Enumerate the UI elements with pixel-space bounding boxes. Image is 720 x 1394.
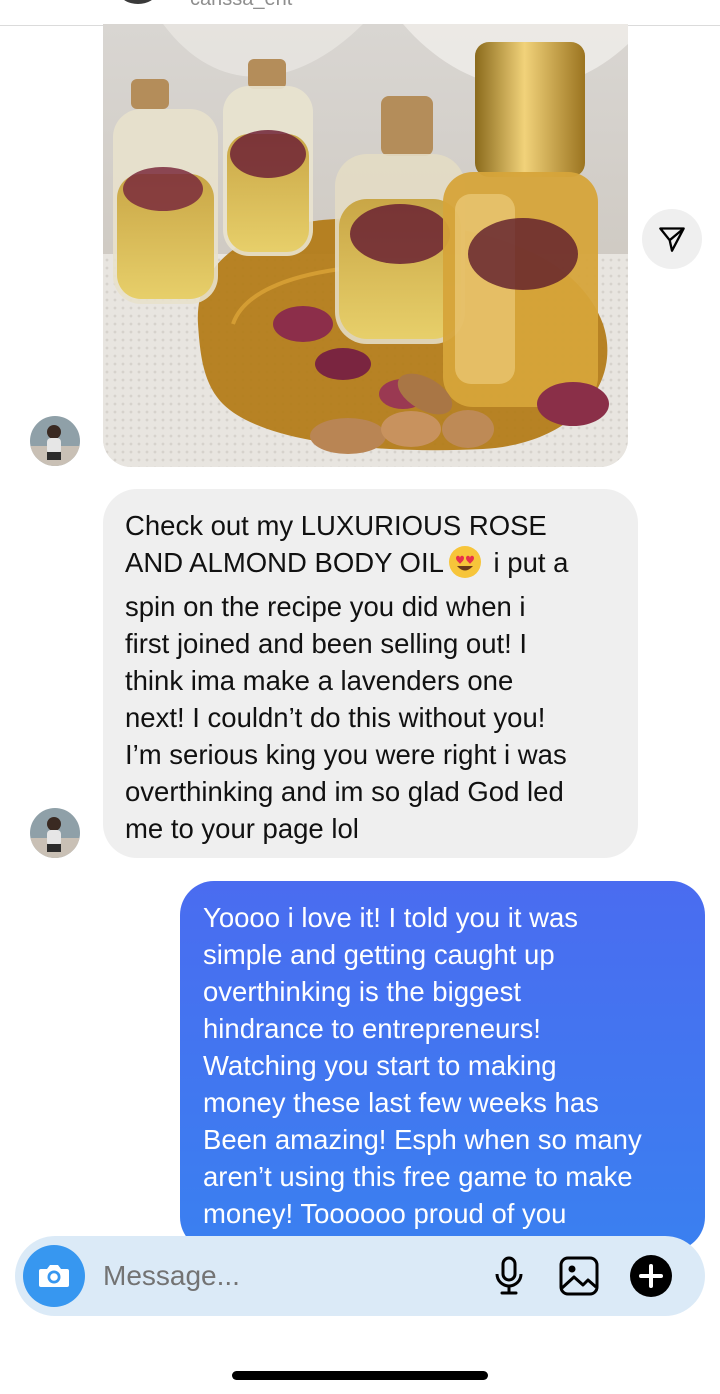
gallery-icon [559,1256,599,1296]
gallery-button[interactable] [557,1254,601,1298]
share-photo-button[interactable] [642,209,702,269]
incoming-line: think ima make a lavenders one [125,665,514,696]
incoming-line: I’m serious king you were right i was [125,739,567,770]
outgoing-line: simple and getting caught up [203,939,555,970]
incoming-line: me to your page lol [125,813,359,844]
message-input[interactable] [103,1256,463,1296]
header-username[interactable]: carissa_ent [190,0,292,11]
outgoing-line: Yoooo i love it! I told you it was [203,902,579,933]
outgoing-line: hindrance to entrepreneurs! [203,1013,541,1044]
microphone-button[interactable] [487,1254,531,1298]
incoming-message-bubble[interactable]: Check out my LUXURIOUS ROSE AND ALMOND B… [103,489,638,858]
camera-button[interactable] [23,1245,85,1307]
outgoing-line: money these last few weeks has [203,1087,599,1118]
incoming-line: next! I couldn’t do this without you! [125,702,546,733]
paper-plane-icon [659,227,685,252]
message-composer [15,1236,705,1316]
outgoing-line: aren’t using this free game to make [203,1161,633,1192]
incoming-line: Check out my LUXURIOUS ROSE [125,510,547,541]
outgoing-message-bubble[interactable]: Yoooo i love it! I told you it was simpl… [180,881,705,1251]
chat-header: carissa_ent [0,0,720,26]
more-options-button[interactable] [629,1254,673,1298]
incoming-line: AND ALMOND BODY OIL i put a [125,544,616,588]
shared-photo[interactable] [103,24,628,467]
incoming-line: first joined and been selling out! I [125,628,528,659]
home-indicator [232,1371,488,1380]
outgoing-line: money! Toooooo proud of you [203,1198,567,1229]
body-oil-photo [103,24,628,467]
outgoing-line: Been amazing! Esph when so many [203,1124,642,1155]
camera-icon [39,1265,69,1287]
header-avatar[interactable] [120,0,156,4]
microphone-icon [495,1256,523,1295]
sender-avatar[interactable] [30,416,80,466]
plus-icon [630,1255,672,1297]
heart-eyes-emoji [448,545,482,588]
sender-avatar[interactable] [30,808,80,858]
incoming-line: overthinking and im so glad God led [125,776,564,807]
outgoing-line: Watching you start to making [203,1050,557,1081]
outgoing-line: overthinking is the biggest [203,976,521,1007]
incoming-line: spin on the recipe you did when i [125,591,526,622]
